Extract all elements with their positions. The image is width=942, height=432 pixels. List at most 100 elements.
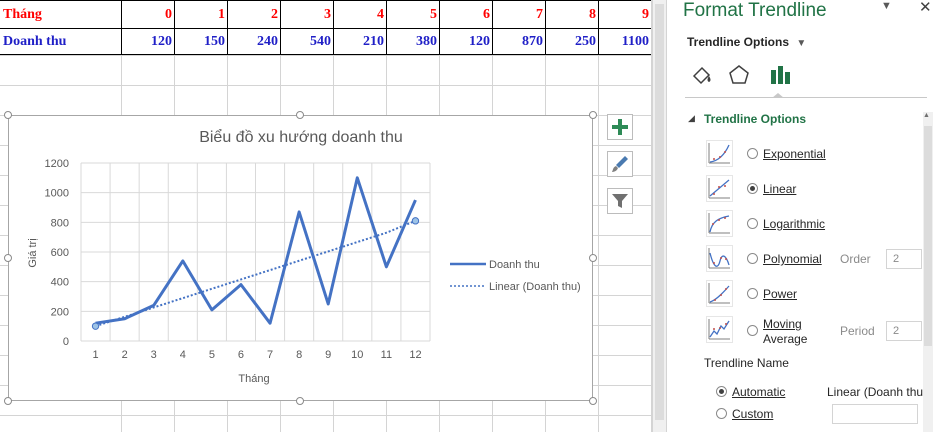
y-axis-labels[interactable]: 0 200 400 600 800 1000 1200 bbox=[45, 158, 69, 348]
trendline-name-heading: Trendline Name bbox=[704, 356, 789, 370]
options-menu-label: Trendline Options bbox=[687, 35, 790, 49]
effects-pentagon-icon[interactable] bbox=[726, 62, 752, 88]
chart-elements-button[interactable] bbox=[607, 114, 633, 140]
custom-label[interactable]: Custom bbox=[732, 407, 773, 421]
cell-month[interactable]: 0 bbox=[122, 2, 174, 28]
moving-average-thumbnail-icon bbox=[706, 316, 733, 343]
pane-menu-chevron-icon[interactable]: ▼ bbox=[881, 0, 892, 12]
cell-revenue[interactable]: 240 bbox=[228, 29, 280, 55]
filter-icon bbox=[612, 194, 628, 208]
radio-logarithmic[interactable] bbox=[747, 218, 758, 229]
y-tick-label: 0 bbox=[63, 336, 69, 348]
radio-exponential[interactable] bbox=[747, 148, 758, 159]
gridline bbox=[0, 415, 652, 416]
cell-revenue[interactable]: 210 bbox=[334, 29, 386, 55]
y-axis-title[interactable]: Giá trị bbox=[27, 238, 39, 267]
resize-handle[interactable] bbox=[589, 397, 597, 405]
scroll-up-icon[interactable]: ▲ bbox=[923, 112, 930, 119]
radio-moving-average[interactable] bbox=[747, 325, 758, 336]
order-stepper[interactable]: 2 bbox=[886, 249, 922, 269]
x-tick-label: 6 bbox=[238, 349, 244, 361]
cell-month[interactable]: 9 bbox=[599, 2, 651, 28]
automatic-label[interactable]: Automatic bbox=[732, 385, 785, 399]
option-logarithmic-label[interactable]: Logarithmic bbox=[763, 217, 825, 231]
radio-custom[interactable] bbox=[716, 408, 727, 419]
options-menu[interactable]: Trendline Options ▼ bbox=[687, 35, 806, 49]
scrollbar-thumb[interactable] bbox=[655, 4, 664, 420]
order-label: Order bbox=[840, 252, 871, 266]
cell-revenue[interactable]: 540 bbox=[281, 29, 333, 55]
resize-handle[interactable] bbox=[4, 397, 12, 405]
radio-power[interactable] bbox=[747, 288, 758, 299]
y-tick-label: 200 bbox=[51, 306, 69, 318]
custom-text: Custom bbox=[732, 407, 774, 421]
x-tick-label: 3 bbox=[151, 349, 157, 361]
cell-revenue[interactable]: 120 bbox=[122, 29, 174, 55]
option-polynomial-label[interactable]: Polynomial bbox=[763, 252, 822, 266]
custom-name-input[interactable] bbox=[832, 404, 918, 424]
pane-scrollbar[interactable]: ▲ bbox=[923, 112, 933, 432]
worksheet[interactable]: Tháng 0 1 2 3 4 5 6 7 8 9 Doanh thu 120 … bbox=[0, 0, 652, 432]
legend-label-series[interactable]: Doanh thu bbox=[489, 259, 540, 271]
resize-handle[interactable] bbox=[4, 254, 12, 262]
x-tick-label: 2 bbox=[122, 349, 128, 361]
cell-month[interactable]: 7 bbox=[493, 2, 545, 28]
collapse-icon[interactable]: ◢ bbox=[688, 113, 695, 124]
cell-revenue[interactable]: 120 bbox=[440, 29, 492, 55]
trendline-endpoint bbox=[411, 217, 420, 225]
section-header[interactable]: Trendline Options bbox=[704, 112, 806, 126]
table-border bbox=[0, 0, 651, 1]
bar-chart-icon[interactable] bbox=[767, 62, 793, 88]
cell-month[interactable]: 8 bbox=[546, 2, 598, 28]
option-exponential-label[interactable]: Exponential bbox=[763, 147, 826, 161]
x-tick-label: 8 bbox=[296, 349, 302, 361]
chart-styles-button[interactable] bbox=[607, 151, 633, 177]
resize-handle[interactable] bbox=[589, 111, 597, 119]
radio-linear[interactable] bbox=[747, 183, 758, 194]
chart-area[interactable]: Biểu đồ xu hướng doanh thu 0 200 400 600 800… bbox=[8, 115, 593, 401]
automatic-text: Automatic bbox=[732, 385, 786, 399]
row-label-month[interactable]: Tháng bbox=[3, 2, 118, 28]
close-icon[interactable]: ✕ bbox=[919, 0, 932, 16]
sheet-scrollbar[interactable] bbox=[652, 0, 666, 432]
chart-filters-button[interactable] bbox=[607, 188, 633, 214]
resize-handle[interactable] bbox=[4, 111, 12, 119]
option-linear-label[interactable]: Linear bbox=[763, 182, 796, 196]
cell-month[interactable]: 5 bbox=[387, 2, 439, 28]
chart-canvas[interactable]: Biểu đồ xu hướng doanh thu 0 200 400 600 800… bbox=[9, 116, 592, 400]
x-tick-label: 5 bbox=[209, 349, 215, 361]
row-label-revenue[interactable]: Doanh thu bbox=[3, 29, 118, 55]
cell-month[interactable]: 2 bbox=[228, 2, 280, 28]
option-moving-average-text-2: Average bbox=[763, 332, 808, 346]
resize-handle[interactable] bbox=[589, 254, 597, 262]
resize-handle[interactable] bbox=[296, 111, 304, 119]
period-stepper[interactable]: 2 bbox=[886, 321, 922, 341]
cell-revenue[interactable]: 150 bbox=[175, 29, 227, 55]
x-tick-label: 10 bbox=[351, 349, 363, 361]
cell-month[interactable]: 3 bbox=[281, 2, 333, 28]
resize-handle[interactable] bbox=[296, 397, 304, 405]
option-moving-average-label[interactable]: Moving Average bbox=[763, 317, 807, 347]
logarithmic-thumbnail-icon bbox=[706, 210, 733, 237]
cell-revenue[interactable]: 250 bbox=[546, 29, 598, 55]
legend-label-trend[interactable]: Linear (Doanh thu) bbox=[489, 281, 581, 293]
fill-line-icon[interactable] bbox=[689, 62, 715, 88]
y-tick-label: 400 bbox=[51, 277, 69, 289]
option-power-label[interactable]: Power bbox=[763, 287, 797, 301]
cell-revenue[interactable]: 380 bbox=[387, 29, 439, 55]
cell-month[interactable]: 4 bbox=[334, 2, 386, 28]
radio-polynomial[interactable] bbox=[747, 253, 758, 264]
pane-scrollbar-thumb[interactable] bbox=[924, 126, 932, 346]
cell-revenue[interactable]: 1100 bbox=[599, 29, 651, 55]
x-axis-title[interactable]: Tháng bbox=[238, 373, 269, 385]
option-polynomial-text: Polynomial bbox=[763, 252, 822, 266]
cell-month[interactable]: 1 bbox=[175, 2, 227, 28]
cell-revenue[interactable]: 870 bbox=[493, 29, 545, 55]
option-linear-text: Linear bbox=[763, 182, 797, 196]
cell-month[interactable]: 6 bbox=[440, 2, 492, 28]
chart-title[interactable]: Biểu đồ xu hướng doanh thu bbox=[199, 128, 403, 146]
radio-automatic[interactable] bbox=[716, 386, 727, 397]
order-value: 2 bbox=[893, 253, 900, 265]
format-trendline-pane[interactable]: Format Trendline ▼ ✕ Trendline Options ▼… bbox=[666, 0, 942, 432]
x-axis-labels[interactable]: 1 2 3 4 5 6 7 8 9 10 11 12 bbox=[92, 349, 421, 361]
